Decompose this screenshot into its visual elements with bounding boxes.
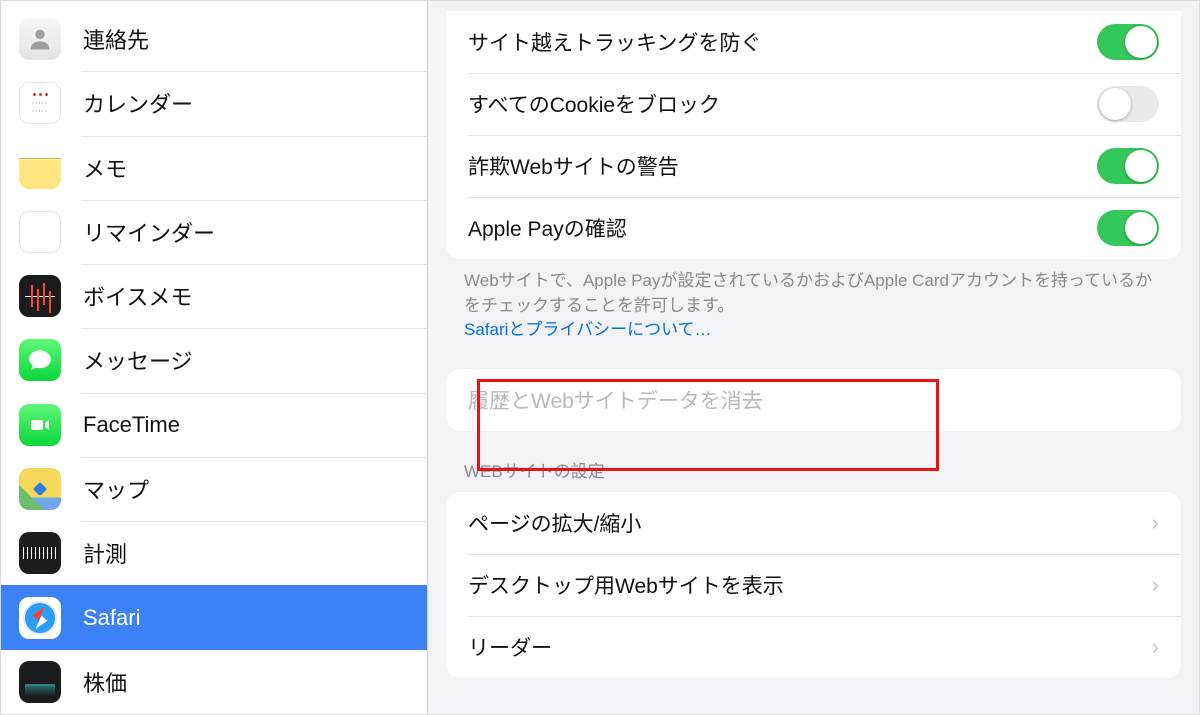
- messages-icon: [19, 339, 61, 381]
- settings-detail-pane: サイト越えトラッキングを防ぐ すべてのCookieをブロック 詐欺Webサイトの…: [428, 1, 1199, 714]
- facetime-icon: [19, 404, 61, 446]
- row-label: すべてのCookieをブロック: [468, 89, 1097, 119]
- calendar-icon: ∙∙∙∙∙∙∙∙∙∙: [19, 82, 61, 124]
- toggle-apple-pay-check[interactable]: [1097, 210, 1159, 246]
- stocks-icon: [19, 661, 61, 703]
- sidebar-item-safari[interactable]: Safari: [1, 585, 427, 649]
- row-label: 詐欺Webサイトの警告: [468, 151, 1097, 181]
- chevron-right-icon: ›: [1152, 510, 1159, 536]
- sidebar-item-label: ボイスメモ: [83, 280, 192, 312]
- sidebar-item-reminders[interactable]: リマインダー: [1, 200, 427, 264]
- toggle-fraud-warning[interactable]: [1097, 148, 1159, 184]
- chevron-right-icon: ›: [1152, 634, 1159, 660]
- sidebar-item-messages[interactable]: メッセージ: [1, 328, 427, 392]
- row-label: サイト越えトラッキングを防ぐ: [468, 27, 1097, 57]
- settings-screen: 連絡先 ∙∙∙∙∙∙∙∙∙∙ カレンダー メモ リマインダー ボイスメモ メッセ…: [0, 0, 1200, 715]
- footer-note-text: Webサイトで、Apple Payが設定されているかおよびApple Cardア…: [464, 271, 1152, 315]
- row-desktop-website[interactable]: デスクトップ用Webサイトを表示 ›: [446, 554, 1181, 616]
- privacy-group: サイト越えトラッキングを防ぐ すべてのCookieをブロック 詐欺Webサイトの…: [446, 11, 1181, 259]
- toggle-block-cookies[interactable]: [1097, 86, 1159, 122]
- row-apple-pay-check[interactable]: Apple Payの確認: [446, 197, 1181, 259]
- safari-privacy-link[interactable]: Safariとプライバシーについて…: [464, 320, 712, 339]
- row-label: ページの拡大/縮小: [468, 508, 1152, 538]
- row-clear-history[interactable]: 履歴とWebサイトデータを消去: [446, 369, 1181, 431]
- sidebar-item-label: マップ: [83, 473, 149, 505]
- row-cross-site-tracking[interactable]: サイト越えトラッキングを防ぐ: [446, 11, 1181, 73]
- sidebar-item-label: 計測: [83, 537, 127, 569]
- sidebar-item-facetime[interactable]: FaceTime: [1, 393, 427, 457]
- row-reader[interactable]: リーダー ›: [446, 616, 1181, 678]
- chevron-right-icon: ›: [1152, 572, 1159, 598]
- settings-sidebar: 連絡先 ∙∙∙∙∙∙∙∙∙∙ カレンダー メモ リマインダー ボイスメモ メッセ…: [1, 1, 428, 714]
- sidebar-item-voicememo[interactable]: ボイスメモ: [1, 264, 427, 328]
- row-label: Apple Payの確認: [468, 213, 1097, 243]
- sidebar-item-maps[interactable]: マップ: [1, 457, 427, 521]
- website-settings-header: WEBサイトの設定: [428, 431, 1199, 492]
- sidebar-item-label: リマインダー: [83, 216, 215, 248]
- row-label: リーダー: [468, 632, 1152, 662]
- sidebar-item-label: メモ: [83, 152, 127, 184]
- clear-history-group: 履歴とWebサイトデータを消去: [446, 369, 1181, 431]
- toggle-cross-site-tracking[interactable]: [1097, 24, 1159, 60]
- row-block-cookies[interactable]: すべてのCookieをブロック: [446, 73, 1181, 135]
- sidebar-item-stocks[interactable]: 株価: [1, 650, 427, 714]
- row-page-zoom[interactable]: ページの拡大/縮小 ›: [446, 492, 1181, 554]
- sidebar-item-label: 株価: [83, 666, 127, 698]
- safari-icon: [19, 597, 61, 639]
- sidebar-item-label: Safari: [83, 605, 140, 631]
- maps-icon: [19, 468, 61, 510]
- sidebar-item-label: 連絡先: [83, 23, 149, 55]
- sidebar-item-contacts[interactable]: 連絡先: [1, 7, 427, 71]
- sidebar-item-measure[interactable]: 計測: [1, 521, 427, 585]
- sidebar-item-notes[interactable]: メモ: [1, 136, 427, 200]
- privacy-footer-note: Webサイトで、Apple Payが設定されているかおよびApple Cardア…: [428, 259, 1199, 343]
- sidebar-item-label: FaceTime: [83, 412, 180, 438]
- website-settings-group: ページの拡大/縮小 › デスクトップ用Webサイトを表示 › リーダー ›: [446, 492, 1181, 678]
- voicememo-icon: [19, 275, 61, 317]
- measure-icon: [19, 532, 61, 574]
- notes-icon: [19, 147, 61, 189]
- contacts-icon: [19, 18, 61, 60]
- sidebar-item-label: カレンダー: [83, 87, 193, 119]
- sidebar-item-label: メッセージ: [83, 344, 193, 376]
- row-fraud-warning[interactable]: 詐欺Webサイトの警告: [446, 135, 1181, 197]
- sidebar-item-calendar[interactable]: ∙∙∙∙∙∙∙∙∙∙ カレンダー: [1, 71, 427, 135]
- reminders-icon: [19, 211, 61, 253]
- row-label: 履歴とWebサイトデータを消去: [468, 385, 1159, 415]
- row-label: デスクトップ用Webサイトを表示: [468, 570, 1152, 600]
